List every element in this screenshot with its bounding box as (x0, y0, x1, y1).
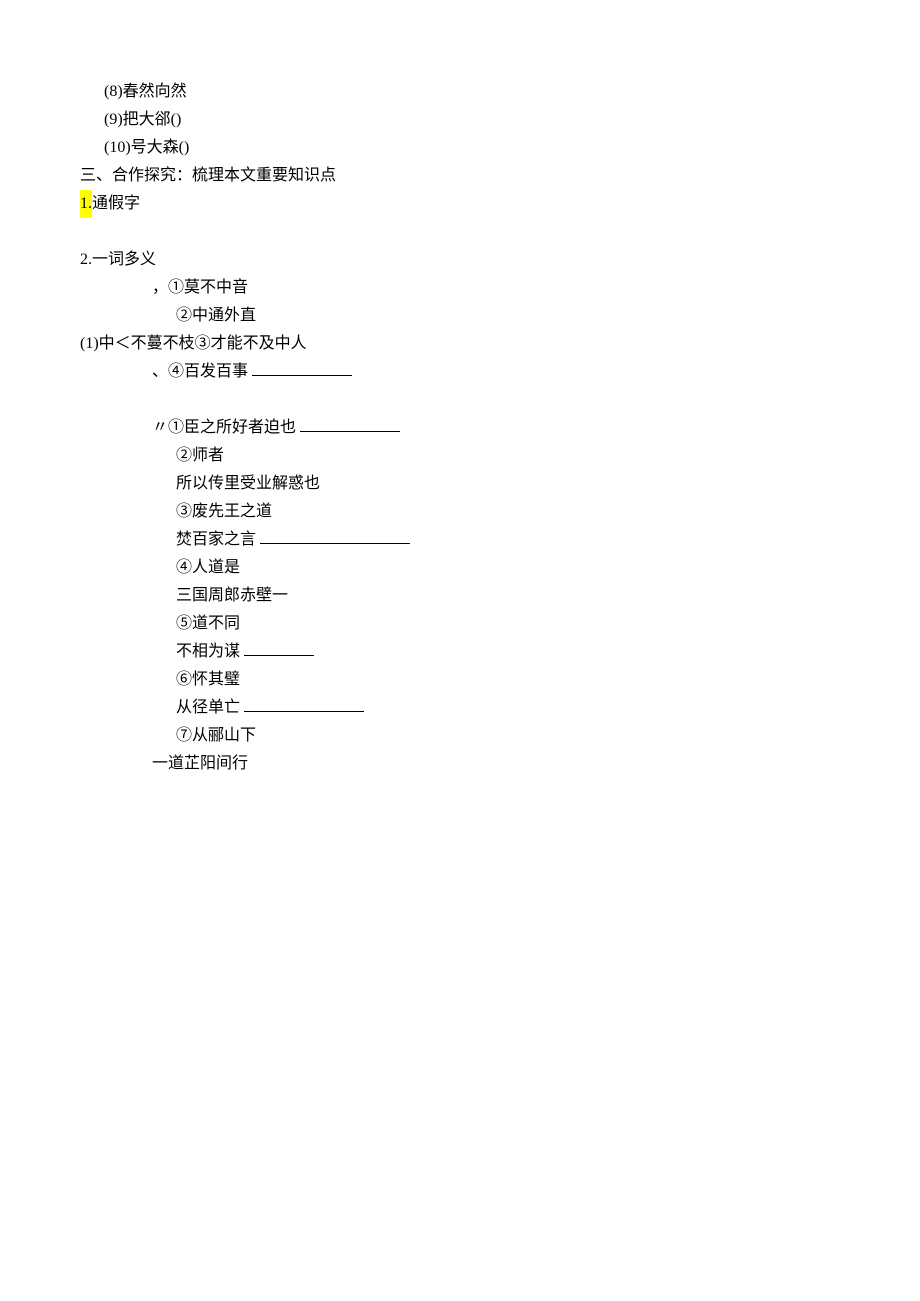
section-3-heading: 三、合作探究：梳理本文重要知识点 (80, 162, 840, 190)
item-10: (10)号大森() (80, 134, 840, 162)
group2-line-m: 一道芷阳间行 (80, 750, 840, 778)
item-9: (9)把大郤() (80, 106, 840, 134)
subheading-1: 1.通假字 (80, 190, 840, 218)
blank-fill[interactable] (260, 529, 410, 544)
group2-line-d: ③废先王之道 (80, 498, 840, 526)
group1-line-c: 、④百发百事 (80, 358, 840, 386)
group1-line-a: ，①莫不中音 (80, 274, 840, 302)
group2-line-b: ②师者 (80, 442, 840, 470)
group2-line-g: 三国周郎赤壁一 (80, 582, 840, 610)
subheading-1-text: 通假字 (92, 195, 140, 212)
blank-fill[interactable] (244, 641, 314, 656)
group2-line-i-text: 不相为谋 (176, 643, 240, 660)
blank-fill[interactable] (244, 697, 364, 712)
group2-line-i: 不相为谋 (80, 638, 840, 666)
group2-line-e-text: 焚百家之言 (176, 531, 256, 548)
group2-line-k: 从径单亡 (80, 694, 840, 722)
group2-line-h: ⑤道不同 (80, 610, 840, 638)
highlighted-prefix: 1. (80, 190, 92, 218)
group1-line-c-text: 、④百发百事 (152, 363, 248, 380)
group2-line-a-text: 〃①臣之所好者迫也 (152, 419, 296, 436)
group2-line-j: ⑥怀其璧 (80, 666, 840, 694)
group1-main: (1)中＜不蔓不枝③才能不及中人 (80, 330, 840, 358)
group2-line-a: 〃①臣之所好者迫也 (80, 414, 840, 442)
blank-line-2 (80, 386, 840, 414)
subheading-2: 2.一词多义 (80, 246, 840, 274)
blank-fill[interactable] (300, 417, 400, 432)
group2-line-k-text: 从径单亡 (176, 699, 240, 716)
group2-line-f: ④人道是 (80, 554, 840, 582)
blank-fill[interactable] (252, 361, 352, 376)
blank-line (80, 218, 840, 246)
group1-line-b: ②中通外直 (80, 302, 840, 330)
group2-line-e: 焚百家之言 (80, 526, 840, 554)
group2-line-l: ⑦从郦山下 (80, 722, 840, 750)
item-8: (8)春然向然 (80, 78, 840, 106)
group2-line-c: 所以传里受业解惑也 (80, 470, 840, 498)
